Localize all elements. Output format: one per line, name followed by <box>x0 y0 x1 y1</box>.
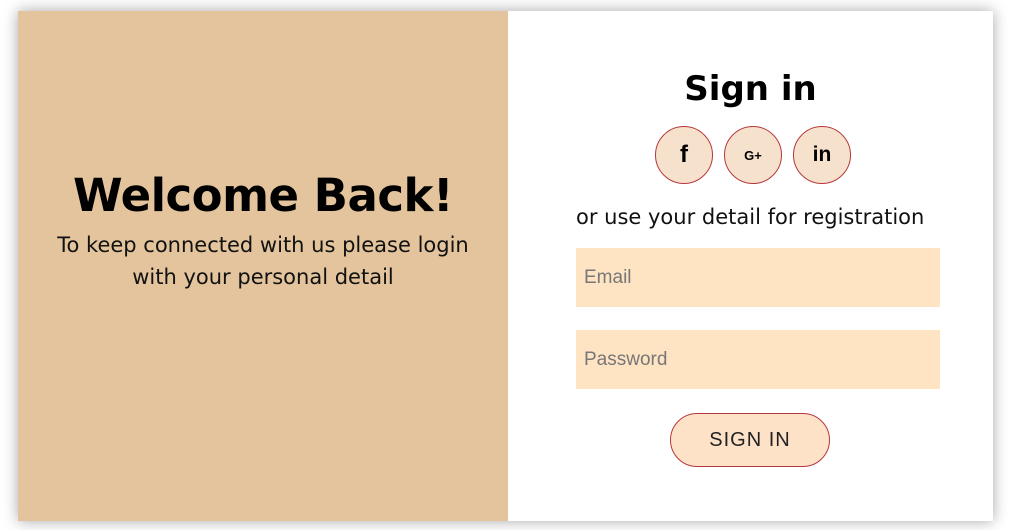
facebook-button[interactable]: f <box>655 126 713 184</box>
email-field[interactable] <box>576 248 940 307</box>
signin-panel: Sign in f G+ in or use your detail for r… <box>508 11 993 521</box>
linkedin-button[interactable]: in <box>793 126 851 184</box>
password-field[interactable] <box>576 330 940 389</box>
welcome-message: To keep connected with us please login w… <box>57 233 469 289</box>
registration-hint: or use your detail for registration <box>576 205 925 229</box>
linkedin-icon: in <box>812 143 832 166</box>
social-buttons: f G+ in <box>655 126 851 184</box>
google-plus-button[interactable]: G+ <box>724 126 782 184</box>
auth-card: Welcome Back! To keep connected with us … <box>18 11 993 521</box>
welcome-panel: Welcome Back! To keep connected with us … <box>18 11 508 521</box>
google-plus-icon: G+ <box>744 147 762 163</box>
signin-title: Sign in <box>684 69 817 109</box>
facebook-icon: f <box>680 141 688 168</box>
welcome-title: Welcome Back! <box>73 169 453 222</box>
signin-button[interactable]: SIGN IN <box>670 413 830 467</box>
